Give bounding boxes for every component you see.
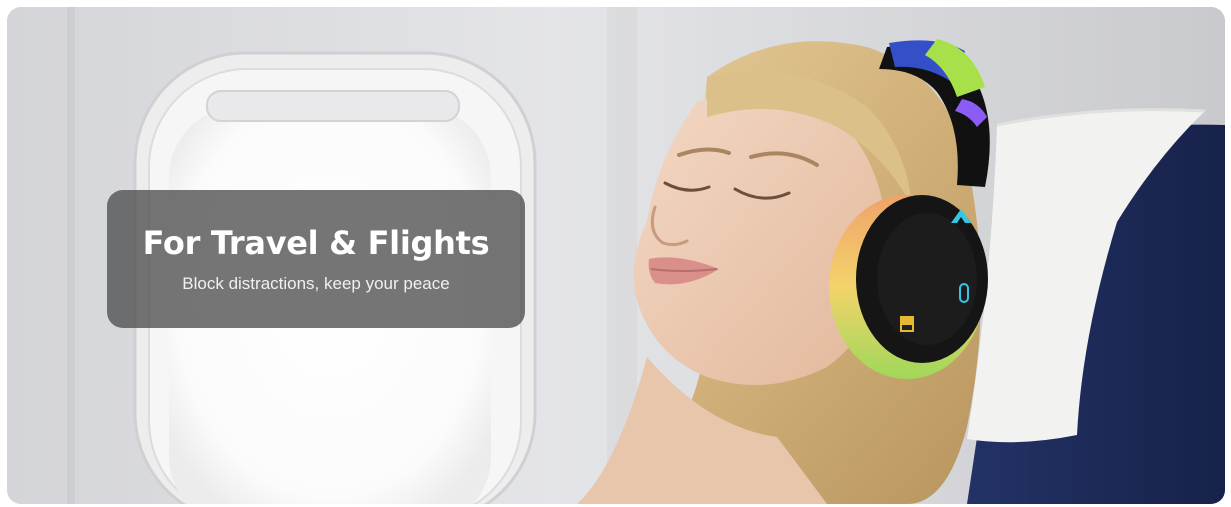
caption-box: For Travel & Flights Block distractions,… [107,190,525,328]
banner-subtitle: Block distractions, keep your peace [182,274,450,293]
hi-res-audio-badge-icon [900,316,914,332]
banner-title: For Travel & Flights [142,224,490,262]
headphone-brand-logo-icon [951,209,971,223]
power-button-icon[interactable] [959,283,969,303]
travel-banner: For Travel & Flights Block distractions,… [7,7,1225,504]
